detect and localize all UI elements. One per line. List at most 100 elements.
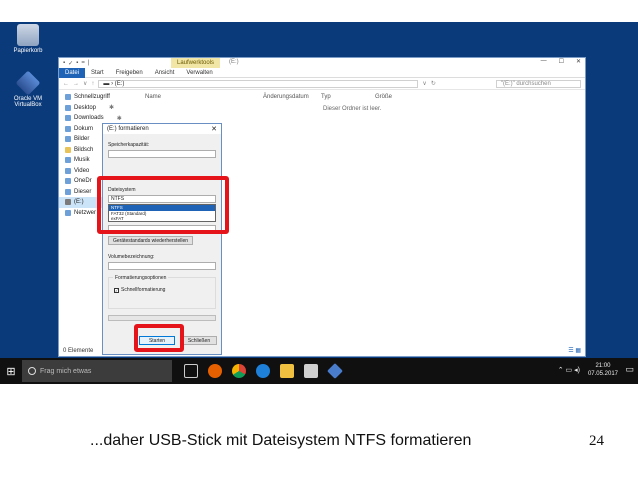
nav-item-label: Dokum (74, 125, 94, 132)
desktop-icon-label: Oracle VM VirtualBox (13, 96, 43, 108)
format-options-group: Formatierungsoptionen ✓ Schnellformatier… (108, 275, 216, 309)
store-icon[interactable] (304, 364, 318, 378)
search-input[interactable]: "(E:)" durchsuchen (495, 79, 581, 88)
circle-icon (28, 367, 36, 375)
clock[interactable]: 21:00 07.05.2017 (588, 362, 618, 378)
nav-item-label: Downloads (74, 115, 104, 122)
slide: Papierkorb Oracle VM VirtualBox ▪ ✓ ▪ = … (0, 0, 638, 479)
windows-start-icon[interactable]: ⊞ (0, 358, 22, 384)
slide-caption: ...daher USB-Stick mit Dateisystem NTFS … (90, 432, 472, 449)
nav-item-label: Netzwer (74, 209, 97, 216)
edge-icon[interactable] (256, 364, 270, 378)
status-bar-count: 0 Elemente (63, 348, 94, 354)
download-icon (65, 115, 71, 122)
volume-label-label: Volumebezeichnung: (108, 254, 155, 260)
column-header-date[interactable]: Änderungsdatum (263, 94, 309, 100)
qa-icon[interactable]: ✓ (68, 60, 73, 67)
video-icon (65, 167, 71, 174)
up-icon[interactable]: ↑ (91, 81, 94, 87)
document-icon (65, 125, 71, 132)
window-controls: — ☐ ✕ (541, 58, 581, 65)
desktop-icon-label: Papierkorb (13, 48, 43, 54)
window-title: (E:) (229, 59, 239, 65)
capacity-label: Speicherkapazität: (108, 142, 150, 148)
system-tray: ⌃ ▭ ◂) 21:00 07.05.2017 (558, 362, 618, 378)
minimize-button[interactable]: — (541, 58, 547, 65)
notification-icon[interactable]: ▭ (625, 364, 634, 375)
qa-icon[interactable]: = (81, 60, 85, 67)
nav-item-label: Desktop (74, 104, 97, 111)
nav-item-downloads[interactable]: Downloads ✱ (59, 113, 131, 124)
desktop: Papierkorb Oracle VM VirtualBox ▪ ✓ ▪ = … (0, 22, 638, 384)
virtualbox-shortcut[interactable]: Oracle VM VirtualBox (0, 70, 56, 108)
empty-folder-message: Dieser Ordner ist leer. (323, 106, 382, 112)
qa-icon[interactable]: ▪ (63, 60, 65, 67)
drive-icon (65, 199, 71, 206)
maximize-button[interactable]: ☐ (559, 58, 564, 65)
tab-verwalten[interactable]: Verwalten (180, 68, 218, 78)
pin-icon: ✱ (116, 115, 122, 122)
chrome-icon[interactable] (232, 364, 246, 378)
column-header-name[interactable]: Name (145, 94, 161, 100)
address-dropdown-icon[interactable]: ∨ (422, 80, 426, 87)
address-bar[interactable]: ▬ › (E:) (98, 79, 419, 88)
close-button[interactable]: ✕ (576, 58, 581, 65)
cortana-search-box[interactable]: Frag mich etwas (22, 360, 172, 382)
recent-locations-icon[interactable]: ∨ (83, 80, 87, 87)
forward-icon[interactable]: → (73, 81, 79, 87)
column-header-size[interactable]: Größe (375, 94, 392, 100)
nav-item-label: Schnellzugriff (74, 94, 110, 101)
close-icon[interactable]: ✕ (211, 125, 217, 133)
nav-item-quick-access[interactable]: Schnellzugriff (59, 92, 131, 103)
format-options-label: Formatierungsoptionen (113, 275, 169, 281)
column-header-type[interactable]: Typ (321, 94, 331, 100)
tab-freigeben[interactable]: Freigeben (110, 68, 149, 78)
task-view-icon[interactable] (184, 364, 198, 378)
trash-icon (17, 24, 39, 46)
ribbon-tabs: Datei Start Freigeben Ansicht Verwalten (59, 67, 585, 78)
nav-item-label: Video (74, 167, 90, 174)
virtualbox-icon[interactable] (327, 363, 343, 379)
address-row: ← → ∨ ↑ ▬ › (E:) ∨ ↻ "(E:)" durchsuchen (59, 78, 585, 90)
tab-start[interactable]: Start (85, 68, 110, 78)
taskbar: ⊞ Frag mich etwas ⌃ ▭ ◂) 21:00 07.05.201… (0, 358, 638, 384)
clock-date: 07.05.2017 (587, 371, 618, 377)
back-icon[interactable]: ← (63, 81, 69, 87)
capacity-select[interactable] (108, 150, 216, 158)
volume-label-input[interactable] (108, 262, 216, 270)
virtualbox-icon (15, 70, 41, 96)
start-button-highlight-frame (134, 324, 184, 352)
firefox-icon[interactable] (208, 364, 222, 378)
tab-datei[interactable]: Datei (59, 67, 86, 78)
view-mode-icons[interactable]: ☰ ▦ (568, 347, 581, 354)
nav-item-label: Bilder (74, 136, 90, 143)
tab-ansicht[interactable]: Ansicht (149, 68, 181, 78)
tray-icons[interactable]: ⌃ ▭ ◂) (558, 366, 580, 374)
explorer-titlebar: ▪ ✓ ▪ = | Laufwerktools (E:) — ☐ ✕ (59, 58, 585, 68)
folder-icon (65, 146, 71, 153)
nav-item-label: OneDr (74, 178, 92, 185)
nav-item-label: Musik (74, 157, 90, 164)
cloud-icon (65, 178, 71, 185)
drive-tools-context-tab[interactable]: Laufwerktools (171, 58, 221, 68)
file-explorer-icon[interactable] (280, 364, 294, 378)
column-headers: Name Änderungsdatum Typ Größe (133, 92, 585, 102)
qa-icon[interactable]: ▪ (76, 60, 78, 67)
restore-defaults-button[interactable]: Gerätestandards wiederherstellen (108, 236, 193, 245)
filesystem-highlight-frame (97, 176, 229, 234)
quick-format-checkbox[interactable]: ✓ Schnellformatierung (114, 287, 165, 293)
format-progress-bar (108, 315, 216, 321)
format-dialog: (E:) formatieren ✕ Speicherkapazität: Da… (102, 123, 222, 355)
qa-icon: | (87, 59, 90, 66)
recycle-bin-icon[interactable]: Papierkorb (0, 24, 56, 54)
dialog-titlebar: (E:) formatieren ✕ (103, 124, 221, 134)
close-dialog-button[interactable]: Schließen (181, 336, 217, 345)
refresh-icon[interactable]: ↻ (431, 80, 436, 87)
checkmark-icon: ✓ (114, 287, 119, 293)
search-placeholder: Frag mich etwas (40, 367, 92, 375)
music-note-icon (65, 157, 71, 164)
nav-item-label: Bildsch (74, 146, 94, 153)
nav-item-desktop[interactable]: Desktop ✱ (59, 103, 131, 114)
picture-icon (65, 136, 71, 143)
network-icon (65, 209, 71, 216)
